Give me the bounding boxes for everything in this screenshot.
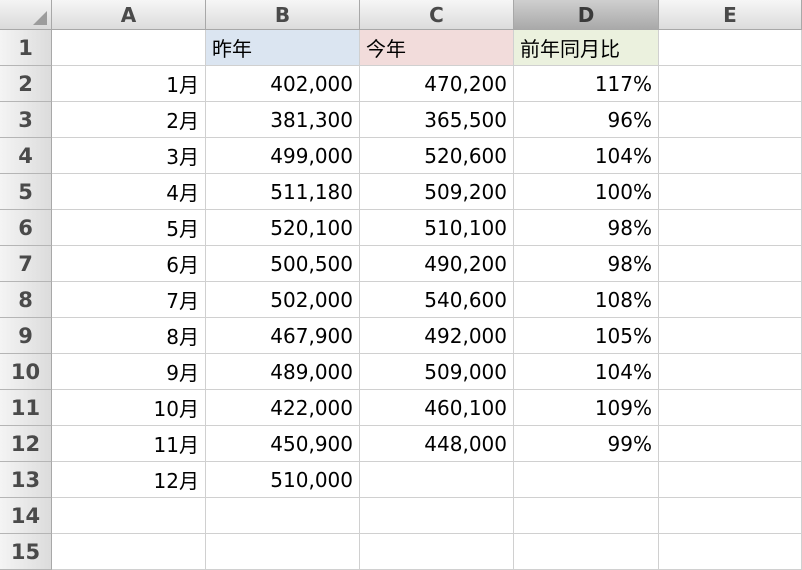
- cell-b5[interactable]: 511,180: [206, 174, 360, 210]
- cell-a12[interactable]: 11月: [52, 426, 206, 462]
- cell-a4[interactable]: 3月: [52, 138, 206, 174]
- row-header-9[interactable]: 9: [0, 318, 52, 354]
- cell-e7[interactable]: [659, 246, 802, 282]
- cell-a5[interactable]: 4月: [52, 174, 206, 210]
- cell-e5[interactable]: [659, 174, 802, 210]
- cell-b4[interactable]: 499,000: [206, 138, 360, 174]
- cell-c6[interactable]: 510,100: [360, 210, 514, 246]
- cell-e9[interactable]: [659, 318, 802, 354]
- cell-b14[interactable]: [206, 498, 360, 534]
- cell-c12[interactable]: 448,000: [360, 426, 514, 462]
- row-header-11[interactable]: 11: [0, 390, 52, 426]
- cell-c9[interactable]: 492,000: [360, 318, 514, 354]
- cell-e3[interactable]: [659, 102, 802, 138]
- cell-a10[interactable]: 9月: [52, 354, 206, 390]
- row-header-13[interactable]: 13: [0, 462, 52, 498]
- cell-e8[interactable]: [659, 282, 802, 318]
- cell-c11[interactable]: 460,100: [360, 390, 514, 426]
- cell-d12[interactable]: 99%: [514, 426, 659, 462]
- row-header-1[interactable]: 1: [0, 30, 52, 66]
- cell-d3[interactable]: 96%: [514, 102, 659, 138]
- row-header-15[interactable]: 15: [0, 534, 52, 570]
- column-header-c[interactable]: C: [360, 0, 514, 30]
- cell-b8[interactable]: 502,000: [206, 282, 360, 318]
- cell-b11[interactable]: 422,000: [206, 390, 360, 426]
- cell-b13[interactable]: 510,000: [206, 462, 360, 498]
- row-header-2[interactable]: 2: [0, 66, 52, 102]
- select-all-icon: [33, 11, 47, 25]
- cell-d2[interactable]: 117%: [514, 66, 659, 102]
- cell-e4[interactable]: [659, 138, 802, 174]
- cell-e12[interactable]: [659, 426, 802, 462]
- row-header-10[interactable]: 10: [0, 354, 52, 390]
- cell-c13[interactable]: [360, 462, 514, 498]
- cell-d6[interactable]: 98%: [514, 210, 659, 246]
- spreadsheet-grid: A B C D E 1 昨年 今年 前年同月比 2 1月 402,000 470,20…: [0, 0, 802, 570]
- cell-b10[interactable]: 489,000: [206, 354, 360, 390]
- cell-b6[interactable]: 520,100: [206, 210, 360, 246]
- spreadsheet: A B C D E 1 昨年 今年 前年同月比 2 1月 402,000 470,20…: [0, 0, 802, 570]
- row-header-14[interactable]: 14: [0, 498, 52, 534]
- cell-a13[interactable]: 12月: [52, 462, 206, 498]
- cell-a8[interactable]: 7月: [52, 282, 206, 318]
- cell-e11[interactable]: [659, 390, 802, 426]
- cell-b2[interactable]: 402,000: [206, 66, 360, 102]
- column-header-d[interactable]: D: [514, 0, 659, 30]
- cell-c2[interactable]: 470,200: [360, 66, 514, 102]
- cell-e2[interactable]: [659, 66, 802, 102]
- cell-b15[interactable]: [206, 534, 360, 570]
- select-all-corner[interactable]: [0, 0, 52, 30]
- row-header-6[interactable]: 6: [0, 210, 52, 246]
- cell-d8[interactable]: 108%: [514, 282, 659, 318]
- cell-a11[interactable]: 10月: [52, 390, 206, 426]
- row-header-4[interactable]: 4: [0, 138, 52, 174]
- cell-e13[interactable]: [659, 462, 802, 498]
- row-header-8[interactable]: 8: [0, 282, 52, 318]
- cell-b12[interactable]: 450,900: [206, 426, 360, 462]
- cell-e10[interactable]: [659, 354, 802, 390]
- cell-e6[interactable]: [659, 210, 802, 246]
- column-header-a[interactable]: A: [52, 0, 206, 30]
- cell-d4[interactable]: 104%: [514, 138, 659, 174]
- cell-d14[interactable]: [514, 498, 659, 534]
- column-header-b[interactable]: B: [206, 0, 360, 30]
- cell-d1-yoy-header[interactable]: 前年同月比: [514, 30, 659, 66]
- column-header-e[interactable]: E: [659, 0, 802, 30]
- cell-c5[interactable]: 509,200: [360, 174, 514, 210]
- cell-a14[interactable]: [52, 498, 206, 534]
- cell-d15[interactable]: [514, 534, 659, 570]
- cell-d9[interactable]: 105%: [514, 318, 659, 354]
- cell-c1-this-year-header[interactable]: 今年: [360, 30, 514, 66]
- cell-e1[interactable]: [659, 30, 802, 66]
- cell-a3[interactable]: 2月: [52, 102, 206, 138]
- cell-a1[interactable]: [52, 30, 206, 66]
- cell-a7[interactable]: 6月: [52, 246, 206, 282]
- cell-c10[interactable]: 509,000: [360, 354, 514, 390]
- cell-e14[interactable]: [659, 498, 802, 534]
- cell-c4[interactable]: 520,600: [360, 138, 514, 174]
- cell-c8[interactable]: 540,600: [360, 282, 514, 318]
- cell-d13[interactable]: [514, 462, 659, 498]
- cell-c15[interactable]: [360, 534, 514, 570]
- row-header-7[interactable]: 7: [0, 246, 52, 282]
- cell-b3[interactable]: 381,300: [206, 102, 360, 138]
- cell-a15[interactable]: [52, 534, 206, 570]
- cell-b9[interactable]: 467,900: [206, 318, 360, 354]
- cell-c7[interactable]: 490,200: [360, 246, 514, 282]
- cell-d10[interactable]: 104%: [514, 354, 659, 390]
- row-header-12[interactable]: 12: [0, 426, 52, 462]
- cell-d5[interactable]: 100%: [514, 174, 659, 210]
- cell-d7[interactable]: 98%: [514, 246, 659, 282]
- cell-a9[interactable]: 8月: [52, 318, 206, 354]
- cell-b1-last-year-header[interactable]: 昨年: [206, 30, 360, 66]
- cell-d11[interactable]: 109%: [514, 390, 659, 426]
- cell-a2[interactable]: 1月: [52, 66, 206, 102]
- cell-a6[interactable]: 5月: [52, 210, 206, 246]
- row-header-5[interactable]: 5: [0, 174, 52, 210]
- cell-b7[interactable]: 500,500: [206, 246, 360, 282]
- cell-c3[interactable]: 365,500: [360, 102, 514, 138]
- cell-e15[interactable]: [659, 534, 802, 570]
- row-header-3[interactable]: 3: [0, 102, 52, 138]
- cell-c14[interactable]: [360, 498, 514, 534]
